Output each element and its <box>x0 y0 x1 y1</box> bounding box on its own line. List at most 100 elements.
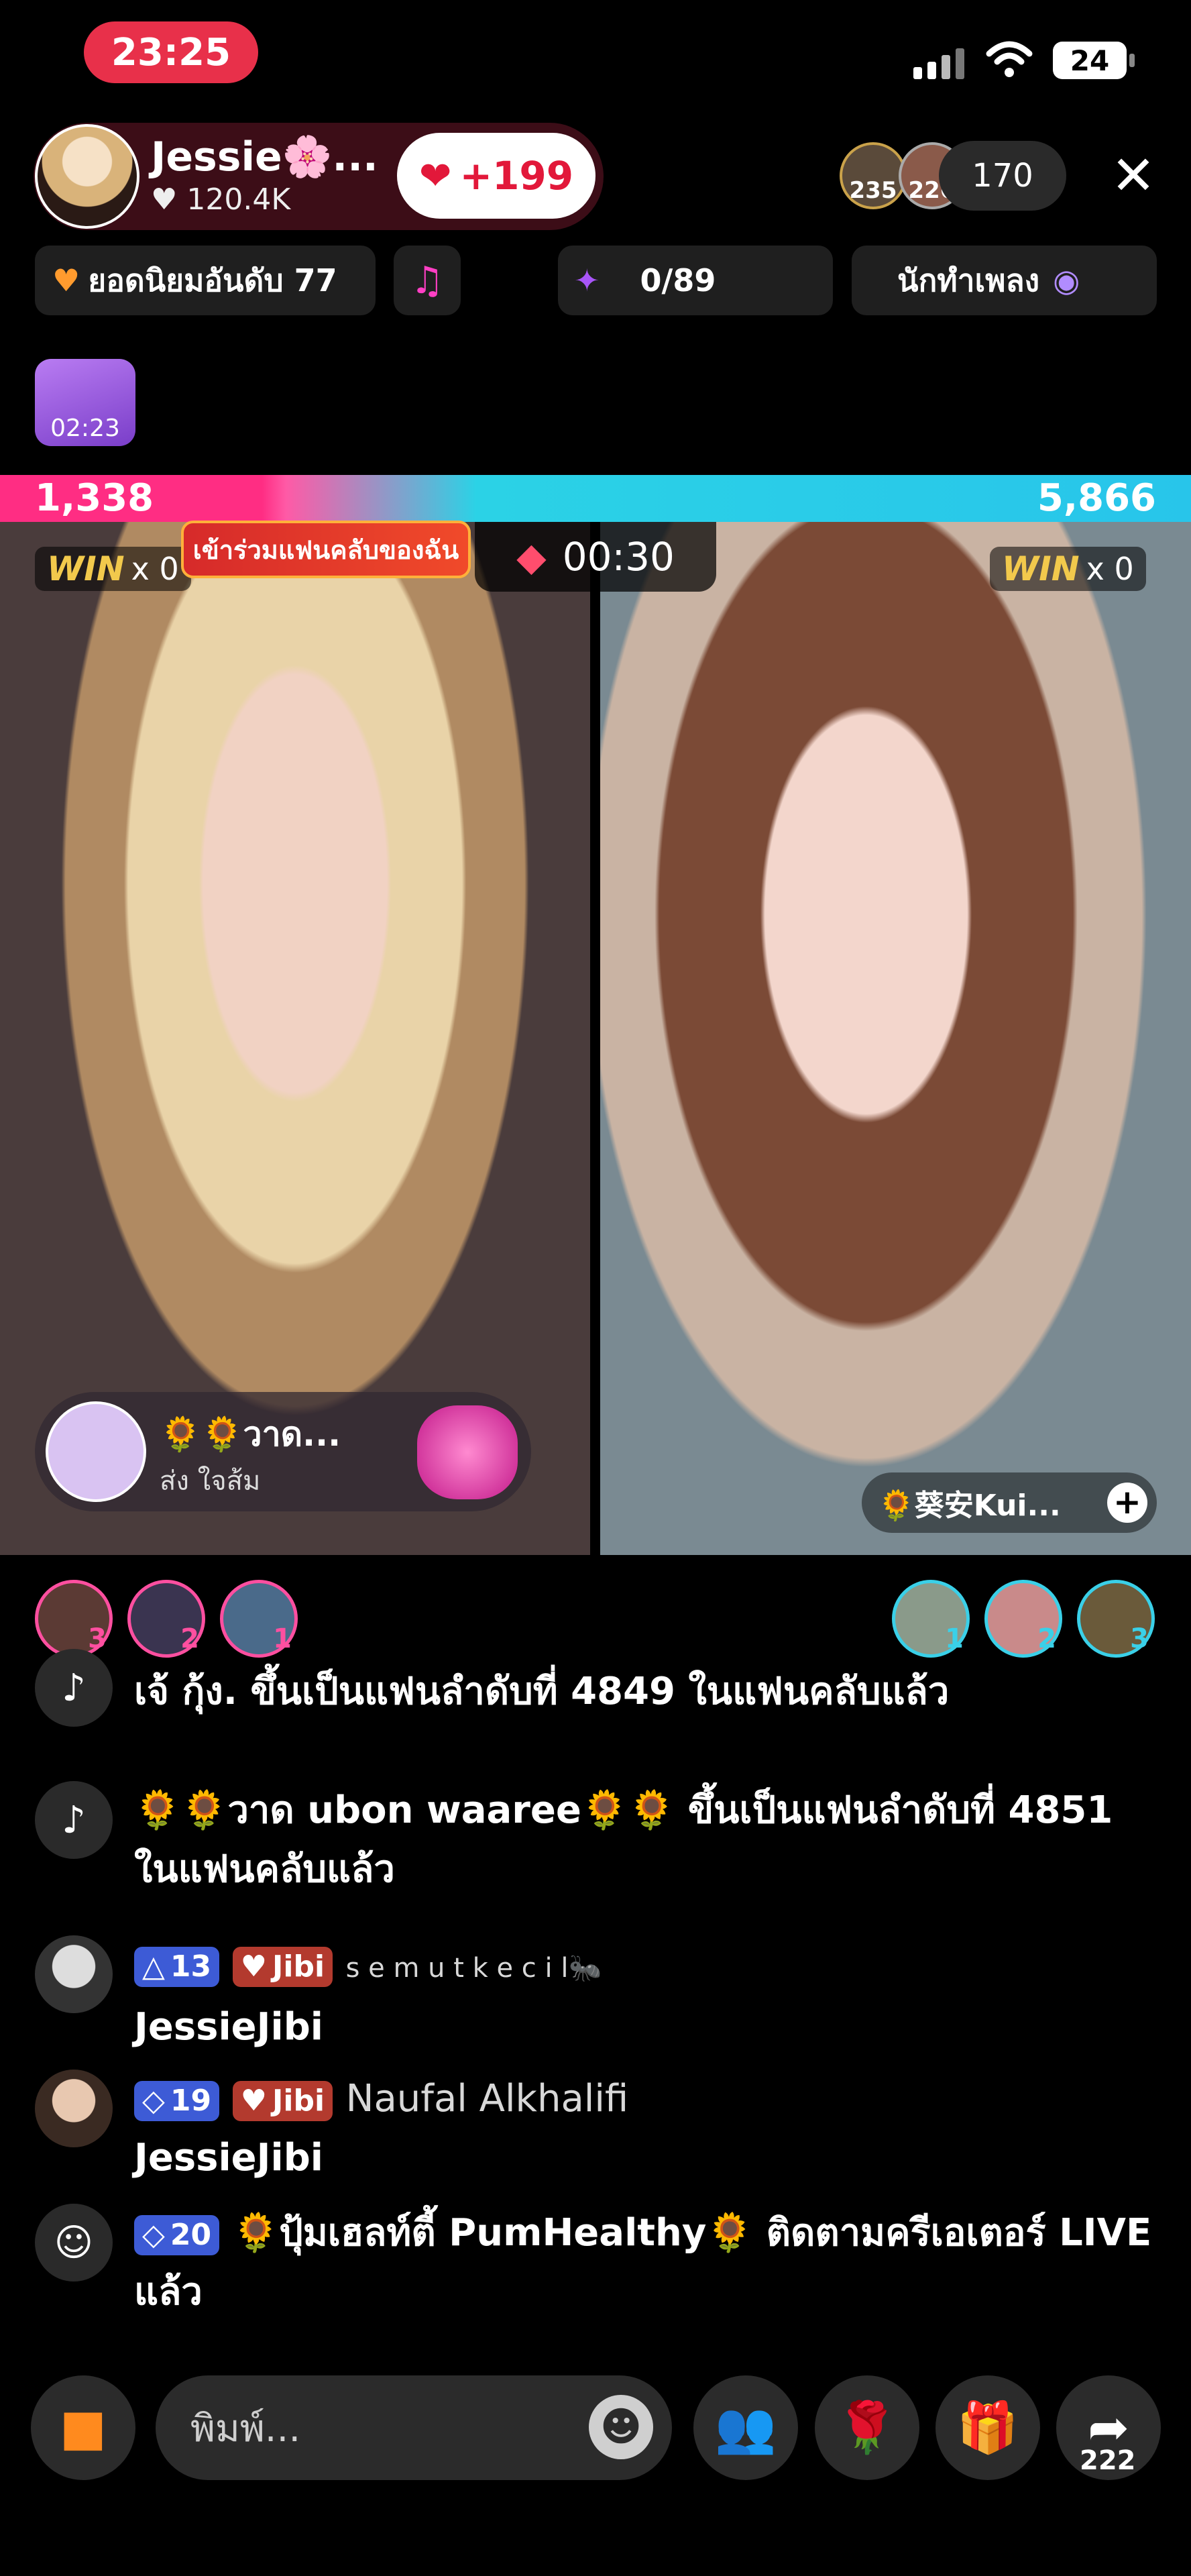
heart-icon: ❤ <box>418 153 452 199</box>
fan-club-badge: ♥ Jibi <box>232 1946 333 1987</box>
win-count: x 0 <box>1086 551 1134 587</box>
treasure-timer-label: 02:23 <box>50 415 120 442</box>
user-level-badge: △ 13 <box>134 1946 220 1987</box>
songwriter-chip[interactable]: นักทำเพลง ◉ <box>852 246 1157 315</box>
chat-message-text: JessieJibi <box>134 2005 323 2049</box>
top-gifter-left[interactable]: 3 <box>35 1580 113 1658</box>
battery-indicator: 24 <box>1053 42 1135 79</box>
user-level: 13 <box>170 1949 212 1984</box>
win-label: WIN <box>47 549 125 588</box>
battle-score-left: 1,338 <box>35 476 154 520</box>
broken-heart-icon: ♥ <box>52 262 80 299</box>
gift-action: ส่ง ใจส้ม <box>160 1466 261 1497</box>
battle-score-right: 5,866 <box>1037 476 1156 520</box>
top-gifter-right[interactable]: 2 <box>984 1580 1062 1658</box>
like-plus-label: +199 <box>459 153 574 199</box>
chat-text: เจ้ กุ้ง. ขึ้นเป็นแฟนลำดับที่ 4849 ในแฟน… <box>134 1670 950 1713</box>
chat-username[interactable]: s e m u t k e c i l🐜 <box>346 1953 602 1984</box>
battle-score-bar <box>0 475 1191 522</box>
gifter-rank: 2 <box>180 1623 199 1654</box>
fan-club-badge: ♥ Jibi <box>232 2080 333 2121</box>
user-level: 19 <box>170 2083 212 2118</box>
popularity-rank-label: ยอดนิยมอันดับ 77 <box>88 262 337 299</box>
goal-gift-icon: ✦ <box>574 262 600 299</box>
comment-input-placeholder: พิมพ์... <box>190 2406 301 2451</box>
shopping-bag-icon: ■ <box>60 2399 107 2457</box>
chat-username[interactable]: Naufal Alkhalifi <box>346 2077 629 2121</box>
fan-club-name: Jibi <box>272 2083 325 2118</box>
chat-message: △ 13 ♥ Jibi s e m u t k e c i l🐜 JessieJ… <box>35 1935 1161 2056</box>
chat-message: ♪ 🌻🌻วาด ubon waaree🌻🌻 ขึ้นเป็นแฟนลำดับที… <box>35 1781 1161 1902</box>
chat-text: 🌻🌻วาด ubon waaree🌻🌻 ขึ้นเป็นแฟนลำดับที่ … <box>134 1788 1113 1891</box>
top-gifter-right[interactable]: 1 <box>892 1580 970 1658</box>
follow-user-icon: ☺ <box>35 2204 113 2282</box>
viewer-avatar-count: 235 <box>849 177 897 204</box>
viewer-count[interactable]: 170 <box>939 141 1066 211</box>
goal-progress-chip[interactable]: ✦ 0/89 <box>558 246 833 315</box>
gift-button[interactable]: 🎁 <box>935 2375 1040 2480</box>
guest-name-tag[interactable]: 🌻葵安Kui... + <box>862 1472 1157 1533</box>
win-count: x 0 <box>131 551 179 587</box>
user-level-badge: ◇ 19 <box>134 2080 220 2121</box>
treasure-box-timer[interactable]: 02:23 <box>35 359 135 446</box>
chat-message: ☺ ◇ 20 🌻ปุ้มเฮลท์ตี้ PumHealthy🌻 ติดตามค… <box>35 2204 1161 2324</box>
viewer-avatar[interactable]: 235 <box>840 142 907 209</box>
user-level-badge: ◇ 20 <box>134 2214 220 2255</box>
gifter-name: 🌻🌻วาด... <box>160 1415 341 1454</box>
battle-timer-label: 00:30 <box>562 534 675 580</box>
gifter-avatar <box>46 1401 146 1502</box>
gifter-rank: 1 <box>273 1623 292 1654</box>
gifter-rank: 2 <box>1037 1623 1056 1654</box>
guest-name: 🌻葵安Kui... <box>878 1489 1061 1523</box>
top-gifter-left[interactable]: 2 <box>127 1580 205 1658</box>
songwriter-label: นักทำเพลง <box>897 262 1040 299</box>
goal-progress-label: 0/89 <box>640 262 716 299</box>
battle-versus-icon: ◆ <box>516 534 547 580</box>
popularity-rank-chip[interactable]: ♥ ยอดนิยมอันดับ 77 <box>35 246 376 315</box>
rose-icon: 🌹 <box>836 2398 899 2457</box>
chat-text: ◇ 19 ♥ Jibi Naufal Alkhalifi JessieJibi <box>134 2070 1167 2188</box>
tiktok-icon: ♪ <box>35 1649 113 1727</box>
follow-plus-icon[interactable]: + <box>1107 1483 1147 1523</box>
rose-gift-button[interactable]: 🌹 <box>815 2375 919 2480</box>
join-fan-club-banner[interactable]: เข้าร่วมแฟนคลับของฉัน <box>181 521 471 578</box>
vinyl-disc-icon: ◉ <box>1053 262 1080 299</box>
chat-message: ♪ เจ้ กุ้ง. ขึ้นเป็นแฟนลำดับที่ 4849 ในแ… <box>35 1649 1161 1727</box>
tiktok-icon: ♪ <box>35 1781 113 1859</box>
gifter-rank: 1 <box>945 1623 964 1654</box>
guest-video-feed[interactable] <box>600 522 1191 1555</box>
chat-message-text: 🌻ปุ้มเฮลท์ตี้ PumHealthy🌻 ติดตามครีเอเตอ… <box>134 2211 1152 2314</box>
share-count: 222 <box>1080 2445 1136 2476</box>
shopping-bag-button[interactable]: ■ <box>31 2375 135 2480</box>
host-like-count: ♥ 120.4K <box>151 182 291 217</box>
status-time: 23:25 <box>84 21 258 83</box>
guests-icon: 👥 <box>714 2398 777 2457</box>
top-gifter-right[interactable]: 3 <box>1077 1580 1155 1658</box>
user-avatar[interactable] <box>35 1935 113 2013</box>
cellular-signal-icon <box>913 46 964 79</box>
multi-guest-button[interactable]: 👥 <box>693 2375 798 2480</box>
chat-message: ◇ 19 ♥ Jibi Naufal Alkhalifi JessieJibi <box>35 2070 1161 2190</box>
battle-timer: ◆ 00:30 <box>475 522 716 592</box>
user-level: 20 <box>170 2217 212 2252</box>
gift-icon: 🎁 <box>956 2398 1019 2457</box>
music-note-icon[interactable]: ♫ <box>394 246 461 315</box>
gifter-rank: 3 <box>88 1623 107 1654</box>
wifi-icon <box>986 41 1033 77</box>
chat-text: △ 13 ♥ Jibi s e m u t k e c i l🐜 JessieJ… <box>134 1935 1167 2057</box>
emoji-icon[interactable]: ☻ <box>589 2395 653 2459</box>
top-gifter-left[interactable]: 1 <box>220 1580 298 1658</box>
win-streak-left: WIN x 0 <box>35 547 191 591</box>
like-plus-button[interactable]: ❤ +199 <box>397 133 596 219</box>
chat-message-text: JessieJibi <box>134 2136 323 2180</box>
chat-text: ◇ 20 🌻ปุ้มเฮลท์ตี้ PumHealthy🌻 ติดตามครี… <box>134 2204 1167 2322</box>
close-icon[interactable]: ✕ <box>1105 149 1161 205</box>
gift-notification: 🌻🌻วาด... ส่ง ใจส้ม <box>35 1392 531 1511</box>
gifter-rank: 3 <box>1130 1623 1149 1654</box>
fan-club-name: Jibi <box>272 1949 325 1984</box>
host-name: Jessie🌸... <box>151 133 378 180</box>
win-streak-right: WIN x 0 <box>990 547 1146 591</box>
win-label: WIN <box>1002 549 1080 588</box>
user-avatar[interactable] <box>35 2070 113 2147</box>
host-avatar[interactable] <box>35 124 139 229</box>
